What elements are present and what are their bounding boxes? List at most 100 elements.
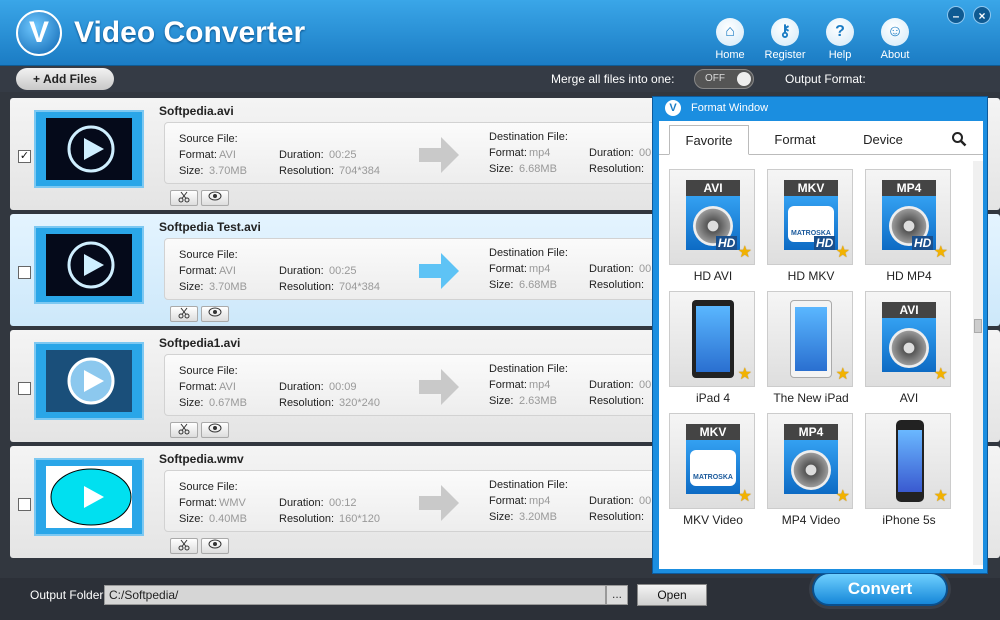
format-scrollbar-thumb[interactable] [974,319,982,333]
key-icon: ⚷ [771,18,799,46]
eye-icon [208,539,222,549]
format-tile[interactable]: ★ The New iPad [767,291,855,409]
resolution-label: Resolution: [279,513,335,525]
help-label: Help [828,49,852,61]
format-tile-label: HD AVI [693,269,733,283]
file-checkbox[interactable]: ✓ [18,150,31,163]
register-button[interactable]: ⚷ Register [757,18,813,61]
tab-format[interactable]: Format [755,125,835,155]
source-size-value: 3.70MB [209,281,247,293]
add-files-button[interactable]: + Add Files [16,68,114,90]
format-tile-image: ★ [767,291,853,387]
search-icon[interactable] [951,131,967,147]
format-tile[interactable]: MP4 HD ★ HD MP4 [865,169,953,287]
format-badge: MKV [686,424,740,440]
format-window-title-bar: V Format Window [653,97,987,119]
favorite-star-icon[interactable]: ★ [836,486,850,506]
close-button[interactable]: × [973,6,991,24]
trim-button[interactable] [170,538,198,554]
format-tile[interactable]: ★ iPhone 5s [865,413,953,531]
output-format-label: Output Format: [785,72,866,86]
destination-file-label: Destination File: [489,363,568,375]
minimize-button[interactable]: – [947,6,965,24]
trim-button[interactable] [170,306,198,322]
help-button[interactable]: ? Help [812,18,868,61]
tab-favorite[interactable]: Favorite [669,125,749,155]
file-name: Softpedia1.avi [159,336,241,350]
favorite-star-icon[interactable]: ★ [934,364,948,384]
format-badge: MKV [784,180,838,196]
about-button[interactable]: ☺ About [867,18,923,61]
format-tile-label: HD MKV [787,269,835,283]
file-checkbox[interactable] [18,498,31,511]
favorite-star-icon[interactable]: ★ [836,364,850,384]
destination-size-label: Size: [489,395,514,407]
favorite-star-icon[interactable]: ★ [934,242,948,262]
duration-label: Duration: [279,265,324,277]
about-label: About [880,49,910,61]
source-duration-value: 00:09 [329,381,357,393]
favorite-star-icon[interactable]: ★ [836,242,850,262]
destination-size-label: Size: [489,511,514,523]
format-window-title: Format Window [691,102,769,114]
format-label: Format: [179,497,217,509]
video-thumbnail [34,226,144,304]
destination-duration-value: 00 [639,263,652,275]
destination-size-value: 3.20MB [519,511,557,523]
scissors-icon [178,423,190,435]
duration-label: Duration: [279,381,324,393]
convert-arrow-icon [419,253,459,289]
home-button[interactable]: ⌂ Home [702,18,758,61]
help-icon: ? [826,18,854,46]
convert-arrow-icon [419,137,459,173]
resolution-label: Resolution: [279,165,335,177]
file-checkbox[interactable] [18,266,31,279]
convert-arrow-icon [419,369,459,405]
destination-size-label: Size: [489,163,514,175]
duration-label: Duration: [279,149,324,161]
format-tile-label: AVI [899,391,919,405]
register-label: Register [764,49,806,61]
destination-size-value: 6.68MB [519,163,557,175]
source-format-value: WMV [219,497,246,509]
open-button[interactable]: Open [637,584,707,606]
output-folder-input[interactable]: C:/Softpedia/ [104,585,606,605]
destination-format-label: Format: [489,263,527,275]
tab-device[interactable]: Device [843,125,923,155]
format-tile[interactable]: AVI ★ AVI [865,291,953,409]
preview-button[interactable] [201,538,229,554]
destination-duration-label: Duration: [589,147,634,159]
destination-format-value: mp4 [529,379,551,391]
app-title: Video Converter [74,16,306,49]
favorite-star-icon[interactable]: ★ [738,486,752,506]
favorite-star-icon[interactable]: ★ [738,242,752,262]
format-tile[interactable]: MP4 ★ MP4 Video [767,413,855,531]
toolbar: + Add Files Merge all files into one: OF… [0,66,1000,92]
convert-button[interactable]: Convert [812,572,948,606]
preview-button[interactable] [201,306,229,322]
format-scrollbar[interactable] [973,161,983,565]
format-badge: MP4 [882,180,936,196]
size-label: Size: [179,281,204,293]
preview-button[interactable] [201,190,229,206]
destination-format-label: Format: [489,147,527,159]
format-tile[interactable]: MKV MATROSKA HD ★ HD MKV [767,169,855,287]
preview-button[interactable] [201,422,229,438]
favorite-star-icon[interactable]: ★ [738,364,752,384]
destination-format-label: Format: [489,495,527,507]
trim-button[interactable] [170,190,198,206]
resolution-label: Resolution: [279,281,335,293]
merge-toggle[interactable]: OFF [694,69,754,89]
format-window-logo: V [665,100,681,116]
file-name: Softpedia.wmv [159,452,244,466]
browse-button[interactable]: ... [606,585,628,605]
trim-button[interactable] [170,422,198,438]
format-tile[interactable]: AVI HD ★ HD AVI [669,169,757,287]
format-tile[interactable]: MKV MATROSKA ★ MKV Video [669,413,757,531]
source-resolution-value: 704*384 [339,165,380,177]
file-checkbox[interactable] [18,382,31,395]
favorite-star-icon[interactable]: ★ [934,486,948,506]
source-resolution-value: 704*384 [339,281,380,293]
format-tile[interactable]: ★ iPad 4 [669,291,757,409]
format-tile-label: The New iPad [773,391,849,405]
